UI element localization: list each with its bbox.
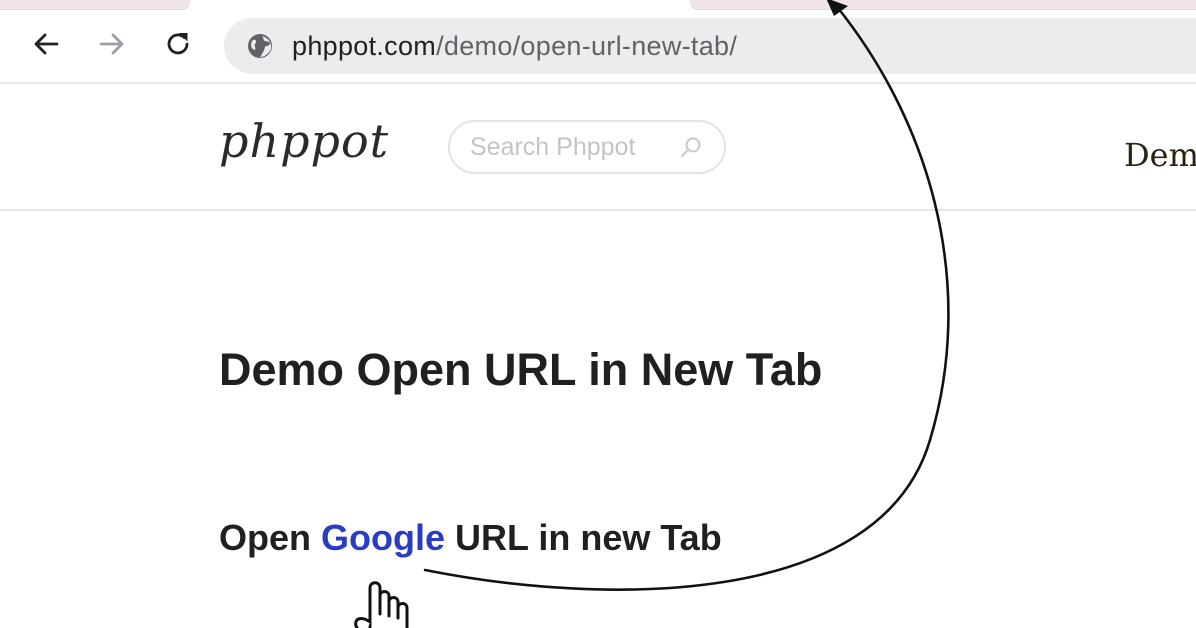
reload-icon (167, 33, 189, 55)
reload-button[interactable] (160, 26, 196, 62)
site-logo[interactable]: phppot (219, 114, 389, 168)
tab-right[interactable] (690, 0, 1196, 10)
hand-pointer-icon (354, 581, 409, 628)
search-input[interactable] (468, 131, 672, 163)
tab-strip (0, 0, 1196, 10)
forward-button[interactable] (94, 26, 130, 62)
browser-toolbar: phppot.com/demo/open-url-new-tab/ (0, 10, 1196, 84)
url-host: phppot.com (292, 30, 437, 61)
google-link[interactable]: Google (321, 517, 445, 558)
sentence-suffix: URL in new Tab (445, 517, 722, 558)
arrow-left-icon (34, 33, 59, 55)
arrow-right-icon (99, 33, 124, 55)
globe-icon[interactable] (246, 32, 274, 60)
sentence-prefix: Open (219, 517, 322, 558)
url-text: phppot.com/demo/open-url-new-tab/ (292, 31, 737, 62)
tab-left[interactable] (0, 0, 190, 10)
magnifier-icon[interactable] (678, 135, 704, 161)
screenshot: phppot.com/demo/open-url-new-tab/ phppot… (0, 0, 1196, 628)
url-path: /demo/open-url-new-tab/ (436, 30, 738, 61)
site-header: phppot Demo (0, 84, 1196, 211)
demo-sentence: Open Google URL in new Tab (219, 517, 722, 559)
page-title: Demo Open URL in New Tab (219, 344, 823, 395)
site-search[interactable] (448, 120, 726, 174)
address-bar[interactable]: phppot.com/demo/open-url-new-tab/ (224, 18, 1196, 74)
back-button[interactable] (28, 26, 64, 62)
nav-demo-link[interactable]: Demo (1124, 136, 1196, 174)
